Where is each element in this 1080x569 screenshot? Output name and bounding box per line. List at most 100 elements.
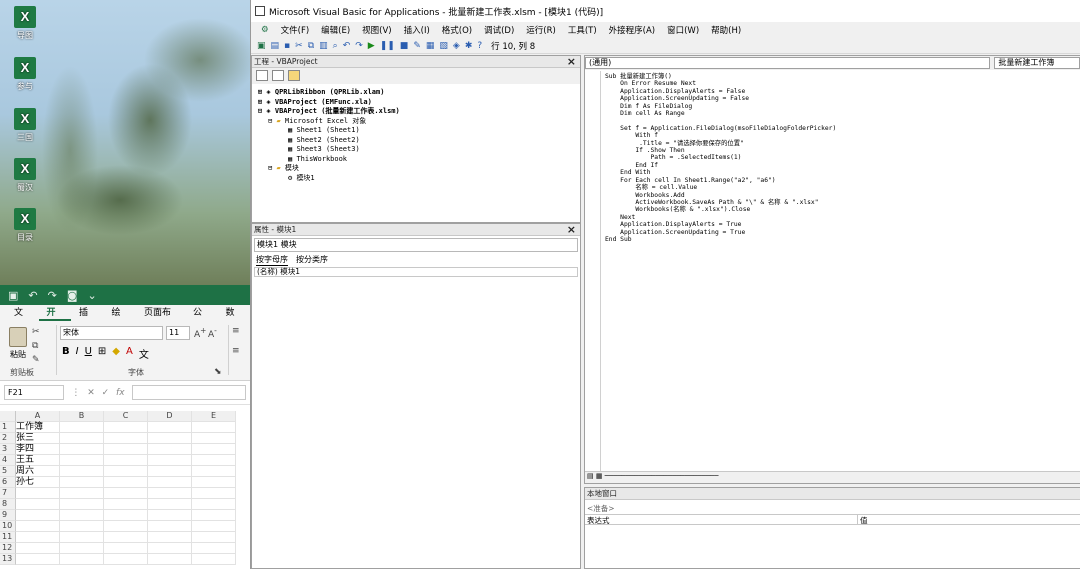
cell[interactable] [60, 422, 104, 433]
close-icon[interactable]: × [567, 56, 580, 68]
bold-icon[interactable]: B [62, 346, 70, 361]
tab-categorized[interactable]: 按分类序 [296, 254, 328, 266]
italic-icon[interactable]: I [76, 346, 79, 361]
cell[interactable] [104, 499, 148, 510]
cell[interactable]: 李四 [16, 444, 60, 455]
cell[interactable]: 张三 [16, 433, 60, 444]
row-header[interactable]: 13 [0, 554, 16, 565]
redo-icon[interactable]: ↷ [48, 289, 57, 302]
row-header[interactable]: 11 [0, 532, 16, 543]
cell[interactable] [148, 532, 192, 543]
column-header[interactable]: E [192, 411, 236, 422]
stop-icon[interactable]: ■ [400, 41, 409, 51]
insert-function-button[interactable]: fx [116, 388, 125, 398]
paste-button[interactable]: 粘贴 [6, 327, 30, 360]
column-expression[interactable]: 表达式 [585, 515, 858, 525]
desktop-icon[interactable]: X 三国 [8, 108, 42, 143]
cell[interactable] [148, 521, 192, 532]
cell[interactable] [192, 433, 236, 444]
object-browser-icon[interactable]: ◈ [453, 41, 460, 51]
redo-icon[interactable]: ↷ [355, 41, 363, 51]
align-icon[interactable]: ≡ [232, 326, 240, 336]
code-line[interactable]: Application.DisplayAlerts = True [605, 221, 836, 228]
row-header[interactable]: 5 [0, 466, 16, 477]
shrink-font-icon[interactable]: A- [208, 326, 217, 340]
view-excel-icon[interactable]: ▣ [257, 41, 266, 51]
close-icon[interactable]: × [567, 224, 580, 236]
row-header[interactable]: 12 [0, 543, 16, 554]
fill-color-icon[interactable]: ◆ [112, 346, 120, 361]
desktop-icon[interactable]: X 蜀汉 [8, 158, 42, 193]
code-view-toggle[interactable]: ▤ ▦ ─────────────────────────── [585, 471, 1080, 483]
code-line[interactable]: Workbooks.Add [605, 192, 836, 199]
code-line[interactable]: If .Show Then [605, 147, 836, 154]
cell[interactable] [192, 477, 236, 488]
cell[interactable] [148, 433, 192, 444]
tree-item[interactable]: ⊟ ◈ VBAProject (批量新建工作表.xlsm) [258, 107, 574, 117]
menu-window[interactable]: 窗口(W) [661, 24, 705, 36]
cell[interactable] [104, 455, 148, 466]
cell[interactable] [60, 510, 104, 521]
row-header[interactable]: 8 [0, 499, 16, 510]
insert-module-icon[interactable]: ▤ [271, 41, 280, 51]
cell[interactable] [104, 488, 148, 499]
toggle-folders-icon[interactable] [288, 70, 300, 81]
cell[interactable] [104, 433, 148, 444]
code-line[interactable]: Sub 批量新建工作簿() [605, 73, 836, 80]
view-object-icon[interactable] [272, 70, 284, 81]
code-line[interactable]: On Error Resume Next [605, 80, 836, 87]
desktop-icon[interactable]: X 目录 [8, 208, 42, 243]
code-line[interactable]: For Each cell In Sheet1.Range("a2", "a6"… [605, 177, 836, 184]
menu-help[interactable]: 帮助(H) [705, 24, 747, 36]
dialog-launcher-icon[interactable]: ⬊ [214, 367, 222, 377]
cell[interactable] [16, 510, 60, 521]
column-header[interactable]: A [16, 411, 60, 422]
code-line[interactable]: .Title = "请选择你要保存的位置" [605, 140, 836, 147]
cell[interactable] [104, 444, 148, 455]
cell[interactable] [148, 510, 192, 521]
cell[interactable] [192, 499, 236, 510]
toolbox-icon[interactable]: ✱ [465, 41, 473, 51]
row-header[interactable]: 1 [0, 422, 16, 433]
find-icon[interactable]: ⌕ [333, 41, 338, 51]
code-gutter[interactable] [585, 71, 601, 471]
cell[interactable] [16, 521, 60, 532]
cell[interactable] [60, 466, 104, 477]
menu-run[interactable]: 运行(R) [520, 24, 562, 36]
cell[interactable] [148, 455, 192, 466]
properties-object-select[interactable]: 模块1 模块 [254, 238, 578, 252]
object-select[interactable]: (通用) [585, 57, 991, 69]
cell[interactable] [60, 532, 104, 543]
cell[interactable] [192, 488, 236, 499]
cell[interactable] [60, 521, 104, 532]
cell[interactable] [104, 532, 148, 543]
cell[interactable] [60, 477, 104, 488]
cell[interactable]: 王五 [16, 455, 60, 466]
tree-item[interactable]: ⚙ 模块1 [258, 174, 574, 184]
tab-draw[interactable]: 绘图 [104, 305, 137, 334]
tab-file[interactable]: 文件 [6, 305, 39, 334]
cell[interactable] [192, 543, 236, 554]
undo-icon[interactable]: ↶ [28, 289, 37, 302]
cell[interactable] [148, 477, 192, 488]
phonetic-icon[interactable]: 文 [139, 346, 149, 361]
code-line[interactable]: Path = .SelectedItems(1) [605, 154, 836, 161]
name-box[interactable]: F21 [4, 385, 64, 400]
cell[interactable] [192, 521, 236, 532]
column-value[interactable]: 值 [858, 515, 868, 525]
cell[interactable] [192, 554, 236, 565]
cut-icon[interactable]: ✂ [32, 327, 40, 337]
row-header[interactable]: 3 [0, 444, 16, 455]
code-line[interactable]: Application.ScreenUpdating = False [605, 95, 836, 102]
cell[interactable] [148, 466, 192, 477]
undo-icon[interactable]: ↶ [343, 41, 351, 51]
menu-debug[interactable]: 调试(D) [478, 24, 520, 36]
menu-insert[interactable]: 插入(I) [398, 24, 436, 36]
menu-view[interactable]: 视图(V) [356, 24, 397, 36]
tree-item[interactable]: ⊟ ▰ Microsoft Excel 对象 [258, 117, 574, 127]
cell[interactable] [148, 422, 192, 433]
tree-item[interactable]: ⊞ ◈ QPRLibRibbon (QPRLib.xlam) [258, 88, 574, 98]
cell[interactable] [148, 554, 192, 565]
code-line[interactable]: Dim cell As Range [605, 110, 836, 117]
copy-icon[interactable]: ⧉ [32, 341, 38, 351]
